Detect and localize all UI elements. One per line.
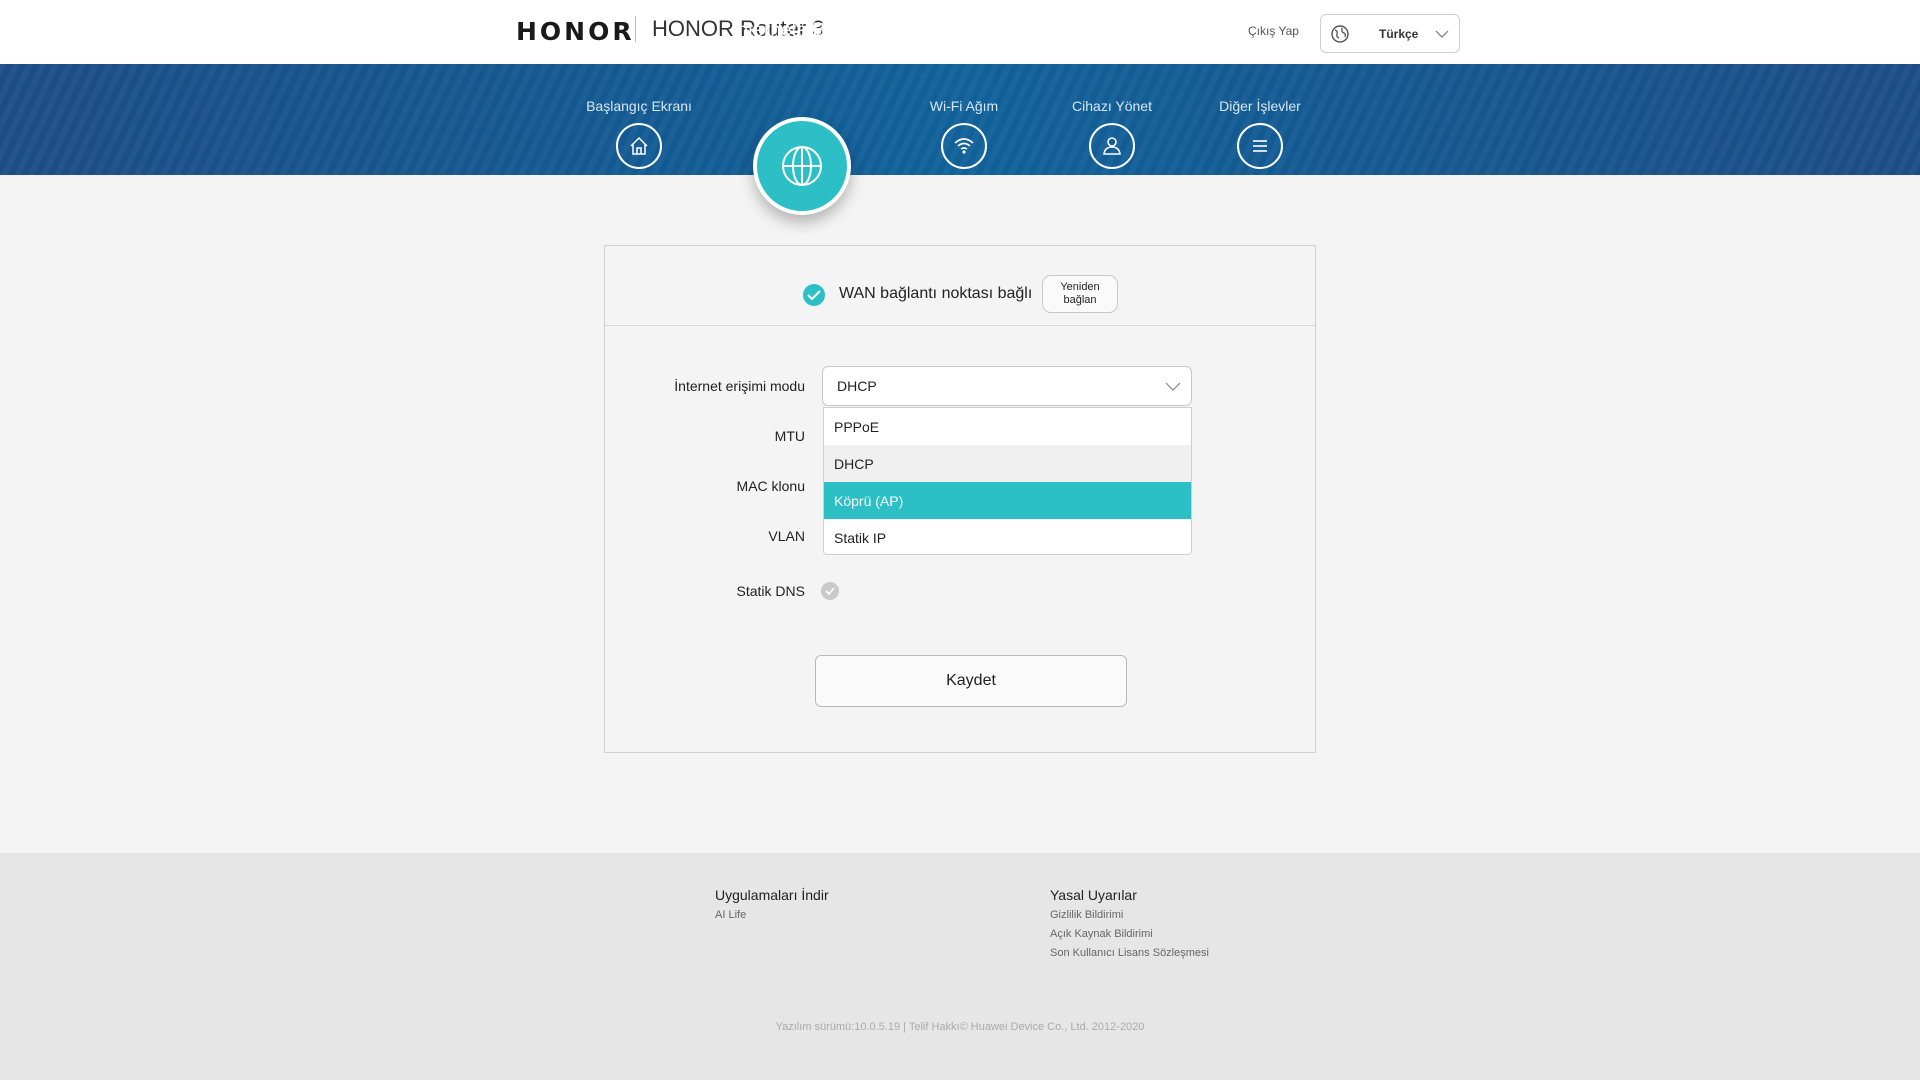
mac-clone-label: MAC klonu [736, 478, 805, 494]
internet-settings-card: WAN bağlantı noktası bağlı Yeniden bağla… [604, 245, 1316, 753]
nav-label-devices: Cihazı Yönet [1072, 98, 1152, 114]
chevron-down-icon [1435, 27, 1449, 41]
vlan-label: VLAN [768, 528, 805, 544]
menu-icon [1237, 123, 1283, 169]
option-pppoe[interactable]: PPPoE [824, 408, 1191, 445]
nav-item-devices[interactable]: Cihazı Yönet [1052, 98, 1172, 169]
wan-status-text: WAN bağlantı noktası bağlı [839, 285, 1033, 302]
logo-divider [635, 16, 636, 42]
nav-label-more: Diğer İşlevler [1219, 98, 1301, 114]
footer: Uygulamaları İndir AI Life Yasal Uyarıla… [0, 853, 1920, 1080]
language-label: Türkçe [1379, 27, 1419, 41]
honor-logo[interactable]: HONOR [516, 17, 635, 46]
footer-apps-title: Uygulamaları İndir [715, 887, 829, 903]
nav-label-internet: İnternete Bağlan [732, 20, 872, 41]
nav-item-internet[interactable]: İnternete Bağlan [722, 20, 882, 215]
reconnect-label-line1: Yeniden [1060, 281, 1100, 293]
globe-icon [1330, 24, 1350, 44]
nav-item-home[interactable]: Başlangıç Ekranı [579, 98, 699, 169]
option-dhcp[interactable]: DHCP [824, 445, 1191, 482]
top-bar: HONOR HONOR Router 3 Çıkış Yap Türkçe [0, 0, 1920, 64]
save-button[interactable]: Kaydet [815, 655, 1127, 707]
access-mode-value: DHCP [837, 378, 877, 394]
check-icon [803, 284, 825, 306]
footer-legal: Yasal Uyarılar Gizlilik Bildirimi Açık K… [1050, 887, 1209, 966]
footer-legal-title: Yasal Uyarılar [1050, 887, 1137, 903]
wan-status-row: WAN bağlantı noktası bağlı Yeniden bağla… [605, 246, 1315, 326]
nav-item-wifi[interactable]: Wi-Fi Ağım [904, 98, 1024, 169]
language-select[interactable]: Türkçe [1320, 14, 1460, 53]
option-static-ip[interactable]: Statik IP [824, 519, 1191, 556]
nav-item-more[interactable]: Diğer İşlevler [1200, 98, 1320, 169]
static-dns-label: Statik DNS [736, 583, 805, 599]
reconnect-button[interactable]: Yeniden bağlan [1042, 275, 1118, 313]
static-dns-checkbox[interactable] [821, 582, 839, 600]
footer-apps: Uygulamaları İndir AI Life [715, 887, 829, 928]
logout-link[interactable]: Çıkış Yap [1248, 24, 1299, 38]
reconnect-label-line2: bağlan [1063, 294, 1097, 306]
home-icon [616, 123, 662, 169]
nav-label-wifi: Wi-Fi Ağım [929, 98, 999, 114]
copyright-text: Yazılım sürümü:10.0.5.19 | Telif Hakkı© … [775, 1021, 1145, 1033]
access-mode-dropdown: PPPoE DHCP Köprü (AP) Statik IP [823, 407, 1192, 555]
wifi-icon [941, 123, 987, 169]
footer-link-open-source[interactable]: Açık Kaynak Bildirimi [1050, 928, 1209, 940]
chevron-down-icon [1165, 379, 1181, 393]
nav-label-home: Başlangıç Ekranı [586, 98, 692, 114]
option-bridge-ap[interactable]: Köprü (AP) [824, 482, 1191, 519]
globe-icon [753, 117, 851, 215]
footer-link-privacy[interactable]: Gizlilik Bildirimi [1050, 909, 1209, 921]
footer-link-eula[interactable]: Son Kullanıcı Lisans Sözleşmesi [1050, 947, 1209, 959]
access-mode-select[interactable]: DHCP [822, 366, 1192, 406]
user-icon [1089, 123, 1135, 169]
access-mode-label: İnternet erişimi modu [674, 378, 805, 394]
footer-link-ai-life[interactable]: AI Life [715, 909, 829, 921]
mtu-label: MTU [774, 428, 805, 444]
